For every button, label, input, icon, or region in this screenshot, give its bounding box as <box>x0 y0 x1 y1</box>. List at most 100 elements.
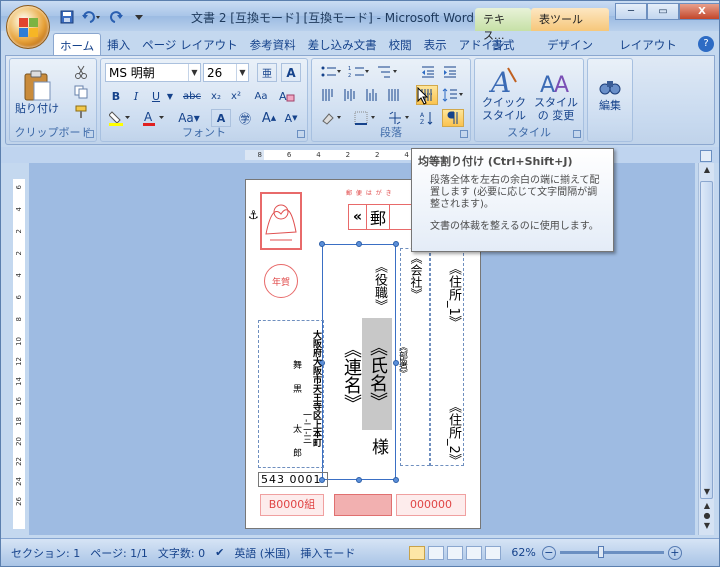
change-styles-button[interactable]: AA スタイルの 変更 <box>531 61 581 125</box>
next-page-icon[interactable]: ▼ <box>699 519 715 533</box>
ruler-tick: 4 <box>316 151 321 159</box>
lottery-right: 000000 <box>396 494 466 516</box>
clear-formatting-icon[interactable]: A <box>273 87 301 105</box>
underline-dropdown-icon[interactable]: ▼ <box>165 87 175 105</box>
context-tab-text-tools[interactable]: テキス... <box>475 8 531 42</box>
window-title: 文書 2 [互換モード] [互換モード] - Microsoft Word <box>191 11 475 25</box>
increase-indent-icon[interactable] <box>440 63 460 81</box>
format-painter-icon[interactable] <box>70 103 92 121</box>
align-top-icon[interactable] <box>318 85 338 105</box>
office-logo-icon <box>19 18 39 38</box>
tab-mailings[interactable]: 差し込み文書 <box>302 33 383 55</box>
tab-insert[interactable]: 挿入 <box>101 33 136 55</box>
resize-handle[interactable] <box>393 477 399 483</box>
cut-icon[interactable] <box>70 63 92 81</box>
postcard-header: 郵 便 は が き <box>346 190 393 197</box>
resize-handle[interactable] <box>393 241 399 247</box>
status-page[interactable]: ページ: 1/1 <box>90 545 148 561</box>
svg-text:A: A <box>488 66 511 96</box>
vertical-ruler[interactable]: 6 4 2 2 4 6 8 10 12 14 16 18 20 22 24 26 <box>13 179 25 529</box>
status-section[interactable]: セクション: 1 <box>11 545 80 561</box>
scroll-thumb[interactable] <box>700 181 713 499</box>
qat-customize-icon[interactable] <box>129 8 149 26</box>
outline-icon[interactable] <box>466 545 483 560</box>
status-words[interactable]: 文字数: 0 <box>158 545 205 561</box>
copy-icon[interactable] <box>70 83 92 101</box>
close-button[interactable]: X <box>679 3 719 20</box>
editing-button[interactable]: 編集 <box>590 61 630 125</box>
tab-review[interactable]: 校閲 <box>383 33 418 55</box>
align-center-icon[interactable] <box>340 85 360 105</box>
styles-launcher-icon[interactable] <box>573 130 581 138</box>
multilevel-list-icon[interactable] <box>374 63 400 81</box>
save-icon[interactable] <box>57 8 77 26</box>
draft-icon[interactable] <box>485 545 502 560</box>
word-window: 文書 2 [互換モード] [互換モード] - Microsoft Word テキ… <box>0 0 720 567</box>
resize-handle[interactable] <box>319 241 325 247</box>
office-button[interactable] <box>6 5 50 49</box>
scroll-down-icon[interactable]: ▼ <box>699 485 715 499</box>
ruler-tick: 2 <box>374 151 380 159</box>
tab-format[interactable]: 書式 <box>475 33 531 55</box>
context-tab-table-tools[interactable]: 表ツール <box>531 8 609 31</box>
underline-icon[interactable]: U <box>147 87 165 105</box>
align-bottom-icon[interactable] <box>362 85 382 105</box>
resize-handle[interactable] <box>356 241 362 247</box>
svg-text:1: 1 <box>348 66 351 72</box>
tab-view[interactable]: 表示 <box>418 33 453 55</box>
paste-button[interactable]: 貼り付け <box>12 61 62 123</box>
zoom-level[interactable]: 62% <box>511 546 535 559</box>
tab-layout[interactable]: レイアウト <box>609 33 687 55</box>
font-size-combo[interactable]: 26 ▼ <box>203 63 249 82</box>
tab-home[interactable]: ホーム <box>53 33 102 55</box>
restore-button[interactable]: ▭ <box>647 3 679 20</box>
change-case-icon[interactable]: Aa <box>251 87 271 105</box>
strikethrough-icon[interactable]: abc <box>179 87 205 105</box>
vertical-scrollbar[interactable]: ▲ ▼ ▲ ● ▼ <box>698 163 714 535</box>
bullets-icon[interactable] <box>318 63 344 81</box>
zoom-out-icon[interactable]: − <box>541 545 556 560</box>
italic-icon[interactable]: I <box>127 87 145 105</box>
web-layout-icon[interactable] <box>447 545 464 560</box>
decrease-indent-icon[interactable] <box>418 63 438 81</box>
paragraph-launcher-icon[interactable] <box>460 130 468 138</box>
view-ruler-icon[interactable] <box>700 150 712 162</box>
zoom-slider[interactable] <box>559 546 664 558</box>
minimize-button[interactable]: ─ <box>615 3 647 20</box>
field-shimei[interactable]: 《氏名》 <box>362 318 392 430</box>
ribbon-tabs: ホーム 挿入 ページ レイアウト 参考資料 差し込み文書 校閲 表示 アドイン <box>53 33 511 55</box>
quick-styles-button[interactable]: A クイック スタイル <box>479 61 529 125</box>
font-size-dropdown-icon[interactable]: ▼ <box>236 64 248 81</box>
full-screen-reading-icon[interactable] <box>428 545 445 560</box>
help-icon[interactable]: ? <box>698 36 714 52</box>
tab-references[interactable]: 参考資料 <box>244 33 302 55</box>
undo-icon[interactable] <box>79 8 105 26</box>
tab-page-layout[interactable]: ページ レイアウト <box>136 33 243 55</box>
font-name-combo[interactable]: MS 明朝 ▼ <box>105 63 201 82</box>
clipboard-launcher-icon[interactable] <box>86 130 94 138</box>
redo-icon[interactable] <box>107 8 127 26</box>
ruler-tick: 4 <box>15 273 23 278</box>
font-name-value: MS 明朝 <box>109 66 155 80</box>
line-spacing-icon[interactable] <box>440 85 466 105</box>
bold-icon[interactable]: B <box>107 87 125 105</box>
font-launcher-icon[interactable] <box>297 130 305 138</box>
scroll-up-icon[interactable]: ▲ <box>699 163 715 177</box>
proofing-icon[interactable]: ✔ <box>215 546 224 559</box>
binoculars-icon <box>599 80 621 94</box>
zoom-slider-thumb[interactable] <box>597 546 604 558</box>
phonetic-guide-icon[interactable]: 亜 <box>257 63 277 82</box>
tab-design[interactable]: デザイン <box>531 33 609 55</box>
status-mode[interactable]: 挿入モード <box>300 545 355 561</box>
char-border-icon[interactable]: A <box>281 63 301 82</box>
status-language[interactable]: 英語 (米国) <box>234 545 290 561</box>
subscript-icon[interactable]: x₂ <box>207 87 225 105</box>
resize-handle[interactable] <box>356 477 362 483</box>
ruler-tick: 12 <box>15 357 23 366</box>
numbering-icon[interactable]: 12 <box>346 63 372 81</box>
superscript-icon[interactable]: x² <box>227 87 245 105</box>
justify-icon[interactable] <box>384 85 404 105</box>
font-name-dropdown-icon[interactable]: ▼ <box>188 64 200 81</box>
print-layout-icon[interactable] <box>409 545 426 560</box>
zoom-in-icon[interactable]: + <box>667 545 682 560</box>
